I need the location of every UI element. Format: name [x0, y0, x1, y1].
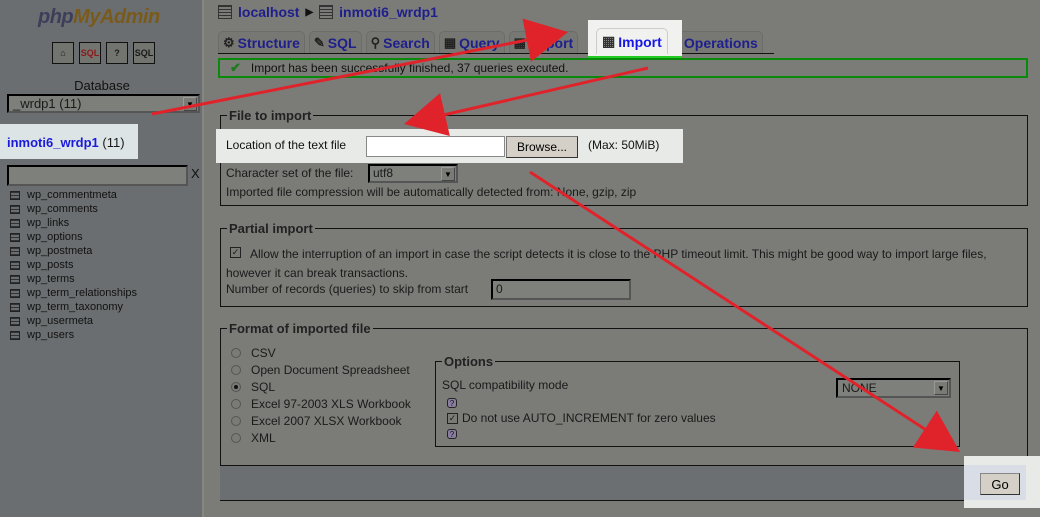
- options-section: Options: [435, 354, 960, 447]
- breadcrumb: localhost ▶ inmoti6_wrdp1: [218, 4, 438, 20]
- table-list-item[interactable]: wp_usermeta: [10, 314, 137, 328]
- server-icon: [218, 5, 232, 19]
- help-icon[interactable]: ?: [447, 398, 457, 408]
- tab-query[interactable]: ▦ Query: [438, 31, 505, 53]
- table-list-item[interactable]: wp_comments: [10, 202, 137, 216]
- table-icon: [10, 246, 20, 256]
- database-select[interactable]: _wrdp1 (11) ▼: [7, 94, 200, 113]
- table-icon: [10, 316, 20, 326]
- tab-import[interactable]: ▦ Import: [596, 28, 668, 54]
- table-filter-input[interactable]: [7, 165, 188, 186]
- table-list-item[interactable]: wp_postmeta: [10, 244, 137, 258]
- allow-interrupt-label: Allow the interruption of an import in c…: [226, 247, 987, 280]
- navigation-frame: phpMyAdmin ⌂ SQL ? SQL Database _wrdp1 (…: [0, 0, 204, 517]
- table-icon: [10, 274, 20, 284]
- phpmyadmin-logo[interactable]: phpMyAdmin: [38, 6, 160, 29]
- table-icon: [10, 190, 20, 200]
- chevron-right-icon: ▶: [305, 6, 314, 18]
- radio-button[interactable]: [231, 398, 241, 409]
- allow-interrupt-checkbox[interactable]: ✓: [230, 247, 241, 258]
- radio-button[interactable]: [231, 381, 241, 392]
- chevron-down-icon[interactable]: ▼: [183, 97, 197, 111]
- format-option[interactable]: SQL: [231, 378, 411, 395]
- compression-note: Imported file compression will be automa…: [226, 185, 637, 199]
- submit-bar: [220, 465, 1028, 501]
- radio-button[interactable]: [231, 432, 241, 443]
- tab-sql[interactable]: ✎ SQL: [308, 31, 362, 53]
- export-icon: ▦: [513, 34, 526, 50]
- format-option[interactable]: CSV: [231, 344, 411, 361]
- radio-button[interactable]: [231, 364, 241, 375]
- file-input[interactable]: [366, 136, 505, 157]
- chevron-down-icon[interactable]: ▼: [934, 381, 948, 395]
- format-option[interactable]: XML: [231, 429, 411, 446]
- browse-button[interactable]: Browse...: [506, 136, 578, 158]
- help-icon[interactable]: ?: [447, 429, 457, 439]
- table-list-item[interactable]: wp_links: [10, 216, 137, 230]
- sql-query-icon[interactable]: SQL: [79, 42, 101, 64]
- clear-filter-button[interactable]: X: [191, 166, 200, 181]
- import-icon: ▦: [602, 33, 616, 49]
- current-database: inmoti6_wrdp1 (11): [7, 135, 125, 150]
- auto-increment-checkbox[interactable]: ✓: [447, 413, 458, 424]
- charset-select[interactable]: utf8 ▼: [368, 164, 458, 183]
- table-icon: [10, 302, 20, 312]
- table-icon: [10, 330, 20, 340]
- chevron-down-icon[interactable]: ▼: [441, 167, 455, 181]
- format-option[interactable]: Excel 97-2003 XLS Workbook: [231, 395, 411, 412]
- max-size-label: (Max: 50MiB): [588, 138, 660, 152]
- structure-icon: ⚙: [223, 34, 235, 50]
- format-option[interactable]: Excel 2007 XLSX Workbook: [231, 412, 411, 429]
- go-button[interactable]: Go: [980, 473, 1020, 495]
- sql-docs-icon[interactable]: SQL: [133, 42, 155, 64]
- table-list-item[interactable]: wp_term_relationships: [10, 286, 137, 300]
- tab-search[interactable]: ⚲ Search: [365, 31, 435, 53]
- search-icon: ⚲: [370, 34, 381, 50]
- success-message: ✔ Import has been successfully finished,…: [218, 58, 1028, 78]
- table-list-item[interactable]: wp_commentmeta: [10, 188, 137, 202]
- sql-icon: ✎: [313, 34, 325, 50]
- table-list-item[interactable]: wp_users: [10, 328, 137, 342]
- database-icon: [319, 5, 334, 19]
- breadcrumb-database[interactable]: inmoti6_wrdp1: [339, 4, 438, 20]
- charset-label: Character set of the file:: [226, 166, 354, 180]
- compat-mode-select[interactable]: NONE ▼: [836, 378, 951, 398]
- tab-structure[interactable]: ⚙ Structure: [218, 31, 305, 53]
- table-icon: [10, 218, 20, 228]
- compat-mode-label: SQL compatibility mode: [442, 378, 569, 392]
- table-list-item[interactable]: wp_options: [10, 230, 137, 244]
- file-location-label: Location of the text file: [226, 138, 347, 152]
- table-icon: [10, 232, 20, 242]
- query-icon: ▦: [443, 34, 457, 50]
- skip-queries-label: Number of records (queries) to skip from…: [226, 282, 469, 296]
- format-option[interactable]: Open Document Spreadsheet: [231, 361, 411, 378]
- auto-increment-label: Do not use AUTO_INCREMENT for zero value…: [462, 411, 716, 425]
- table-icon: [10, 260, 20, 270]
- table-icon: [10, 204, 20, 214]
- table-list-item[interactable]: wp_terms: [10, 272, 137, 286]
- help-icon[interactable]: ?: [106, 42, 128, 64]
- tab-export[interactable]: ▦ Export: [508, 31, 579, 53]
- table-list-item[interactable]: wp_term_taxonomy: [10, 300, 137, 314]
- format-radio-group: CSV Open Document Spreadsheet SQL Excel 97-…: [231, 344, 411, 446]
- table-icon: [10, 288, 20, 298]
- table-list: wp_commentmeta wp_comments wp_links wp_opti…: [10, 188, 137, 342]
- radio-button[interactable]: [231, 415, 241, 426]
- table-list-item[interactable]: wp_posts: [10, 258, 137, 272]
- database-link[interactable]: inmoti6_wrdp1: [7, 135, 99, 150]
- home-icon[interactable]: ⌂: [52, 42, 74, 64]
- radio-button[interactable]: [231, 347, 241, 358]
- breadcrumb-server[interactable]: localhost: [238, 4, 299, 20]
- check-icon: ✔: [230, 60, 241, 75]
- skip-queries-input[interactable]: 0: [491, 279, 631, 300]
- database-label: Database: [74, 78, 130, 93]
